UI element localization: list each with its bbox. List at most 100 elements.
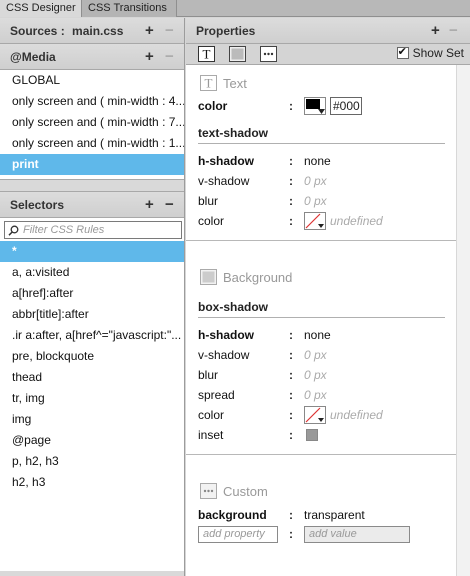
properties-title: Properties bbox=[196, 24, 256, 38]
media-item-min-width-7[interactable]: only screen and ( min-width : 7... bbox=[0, 112, 184, 133]
v-shadow-value[interactable]: 0 px bbox=[304, 346, 327, 364]
colon: : bbox=[289, 174, 293, 188]
selector-item[interactable]: h2, h3 bbox=[0, 472, 184, 493]
colon: : bbox=[289, 214, 293, 228]
show-set-toggle[interactable]: Show Set bbox=[396, 45, 464, 60]
blur-value[interactable]: 0 px bbox=[304, 192, 327, 210]
selectors-header: Selectors + − bbox=[0, 192, 184, 218]
selector-item[interactable]: pre, blockquote bbox=[0, 346, 184, 367]
box-shadow-color-swatch[interactable] bbox=[304, 406, 326, 424]
add-selector-button[interactable]: + bbox=[145, 192, 154, 218]
add-property-button[interactable]: + bbox=[431, 18, 440, 44]
sources-file[interactable]: main.css bbox=[72, 24, 123, 38]
section-divider bbox=[186, 240, 456, 241]
colon: : bbox=[289, 408, 293, 422]
colon: : bbox=[289, 194, 293, 208]
undefined-color-icon bbox=[305, 407, 324, 423]
text-shadow-color-value: undefined bbox=[330, 214, 383, 228]
text-category-icon[interactable]: T bbox=[198, 46, 215, 62]
text-shadow-color-swatch[interactable] bbox=[304, 212, 326, 230]
text-color-input[interactable]: #000 bbox=[330, 97, 362, 115]
colon: : bbox=[289, 99, 293, 113]
text-v-shadow-row: v-shadow : 0 px bbox=[198, 172, 448, 190]
properties-pane: Properties + − T Show Set T bbox=[186, 18, 470, 576]
spread-label: spread bbox=[198, 388, 235, 402]
colon: : bbox=[289, 527, 293, 541]
selector-item[interactable]: img bbox=[0, 409, 184, 430]
text-color-swatch[interactable] bbox=[304, 97, 326, 115]
show-set-checkbox[interactable] bbox=[396, 45, 409, 59]
selector-list: * a, a:visited a[href]:after abbr[title]… bbox=[0, 241, 184, 571]
text-section-title: T Text bbox=[200, 75, 247, 91]
custom-background-row: background : transparent bbox=[198, 506, 448, 524]
v-shadow-label: v-shadow bbox=[198, 174, 250, 188]
selector-item[interactable]: @page bbox=[0, 430, 184, 451]
inset-label: inset bbox=[198, 428, 224, 442]
inset-toggle[interactable] bbox=[306, 429, 318, 441]
background-category-icon[interactable] bbox=[229, 46, 246, 62]
blur-label: blur bbox=[198, 368, 219, 382]
shadow-color-label: color bbox=[198, 214, 225, 228]
selector-item[interactable]: a[href]:after bbox=[0, 283, 184, 304]
selector-item[interactable]: thead bbox=[0, 367, 184, 388]
custom-section-icon bbox=[200, 483, 217, 499]
media-spacer bbox=[0, 180, 184, 192]
tab-css-designer[interactable]: CSS Designer bbox=[0, 0, 82, 17]
colon: : bbox=[289, 348, 293, 362]
search-icon bbox=[8, 225, 19, 236]
remove-media-button[interactable]: − bbox=[165, 44, 174, 70]
h-shadow-value[interactable]: none bbox=[304, 326, 331, 344]
left-pane: Sources : main.css + − @Media + − GLOBAL… bbox=[0, 18, 185, 576]
remove-source-button[interactable]: − bbox=[165, 18, 174, 44]
add-source-button[interactable]: + bbox=[145, 18, 154, 44]
selectors-title: Selectors bbox=[10, 198, 65, 212]
h-shadow-label: h-shadow bbox=[198, 328, 254, 342]
media-item-min-width-4[interactable]: only screen and ( min-width : 4... bbox=[0, 91, 184, 112]
media-title: @Media bbox=[10, 50, 56, 64]
custom-category-icon[interactable] bbox=[260, 46, 277, 62]
properties-scrollbar[interactable] bbox=[456, 65, 470, 576]
color-label: color bbox=[198, 408, 225, 422]
selector-item[interactable]: .ir a:after, a[href^="javascript:"... bbox=[0, 325, 184, 346]
custom-property-value[interactable]: transparent bbox=[304, 506, 365, 524]
bg-h-shadow-row: h-shadow : none bbox=[198, 326, 448, 344]
section-divider bbox=[186, 454, 456, 455]
remove-property-button[interactable]: − bbox=[449, 18, 458, 44]
filter-placeholder: Filter CSS Rules bbox=[23, 224, 105, 236]
text-section-label: Text bbox=[223, 75, 247, 91]
text-section-icon: T bbox=[200, 75, 217, 91]
media-item-min-width-1[interactable]: only screen and ( min-width : 1... bbox=[0, 133, 184, 154]
svg-text:T: T bbox=[203, 47, 211, 62]
text-h-shadow-row: h-shadow : none bbox=[198, 152, 448, 170]
h-shadow-value[interactable]: none bbox=[304, 152, 331, 170]
properties-body: T Text color : #000 text-shadow h-shadow… bbox=[186, 65, 470, 576]
colon: : bbox=[289, 428, 293, 442]
media-item-print[interactable]: print bbox=[0, 154, 184, 175]
blur-value[interactable]: 0 px bbox=[304, 366, 327, 384]
h-shadow-label: h-shadow bbox=[198, 154, 254, 168]
remove-selector-button[interactable]: − bbox=[165, 192, 174, 218]
add-value-input[interactable]: add value bbox=[304, 526, 410, 543]
colon: : bbox=[289, 388, 293, 402]
sources-title: Sources : bbox=[10, 24, 65, 38]
media-header: @Media + − bbox=[0, 44, 184, 70]
v-shadow-value[interactable]: 0 px bbox=[304, 172, 327, 190]
selector-item[interactable]: p, h2, h3 bbox=[0, 451, 184, 472]
selector-item[interactable]: * bbox=[0, 241, 184, 262]
colon: : bbox=[289, 154, 293, 168]
media-item-global[interactable]: GLOBAL bbox=[0, 70, 184, 91]
custom-property-name[interactable]: background bbox=[198, 506, 267, 524]
filter-css-rules-input[interactable]: Filter CSS Rules bbox=[4, 221, 182, 239]
media-list: GLOBAL only screen and ( min-width : 4..… bbox=[0, 70, 184, 180]
selector-item[interactable]: tr, img bbox=[0, 388, 184, 409]
background-section-label: Background bbox=[223, 269, 293, 285]
add-property-input[interactable]: add property bbox=[198, 526, 278, 543]
selector-item[interactable]: abbr[title]:after bbox=[0, 304, 184, 325]
selector-item[interactable]: a, a:visited bbox=[0, 262, 184, 283]
tab-css-transitions[interactable]: CSS Transitions bbox=[82, 0, 177, 17]
custom-section-title: Custom bbox=[200, 483, 268, 499]
spread-value[interactable]: 0 px bbox=[304, 386, 327, 404]
panel-tabs: CSS Designer CSS Transitions bbox=[0, 0, 470, 17]
add-media-button[interactable]: + bbox=[145, 44, 154, 70]
bg-inset-row: inset : bbox=[198, 426, 448, 444]
